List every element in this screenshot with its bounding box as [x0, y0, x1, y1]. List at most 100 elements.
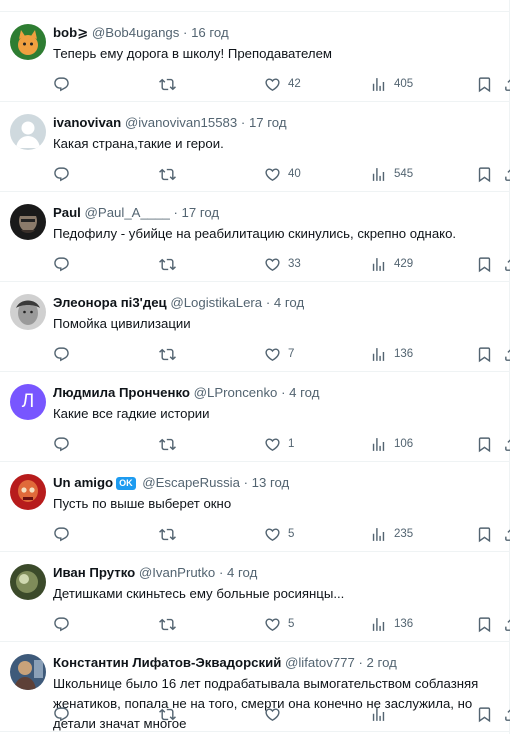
author-handle[interactable]: @Bob4ugangs	[92, 25, 179, 40]
like-button[interactable]: 42	[264, 74, 301, 94]
author-name[interactable]: Элеонора пі3'дец	[53, 295, 167, 310]
bookmark-button[interactable]	[476, 524, 493, 544]
tweet-actions: 7 136	[53, 344, 510, 364]
reply-button[interactable]	[53, 254, 77, 274]
like-count: 5	[288, 528, 295, 540]
tweet-timestamp[interactable]: · 4 год	[219, 565, 257, 580]
views-button[interactable]	[370, 704, 394, 724]
reply-tweet[interactable]: Элеонора пі3'дец @LogistikaLera · 4 год …	[0, 282, 510, 372]
tweet-text: Пусть по выше выберет окно	[53, 496, 232, 511]
avatar[interactable]	[10, 294, 46, 330]
avatar[interactable]	[10, 204, 46, 240]
bookmark-icon	[476, 436, 493, 453]
retweet-button[interactable]	[159, 614, 183, 634]
avatar[interactable]	[10, 24, 46, 60]
share-button[interactable]	[503, 524, 510, 544]
views-button[interactable]: 429	[370, 254, 413, 274]
author-name[interactable]: bob⩾	[53, 25, 88, 40]
share-icon	[503, 346, 510, 363]
retweet-button[interactable]	[159, 524, 183, 544]
bookmark-button[interactable]	[476, 74, 493, 94]
tweet-header: Un amigo OK @EscapeRussia · 13 год	[53, 474, 504, 492]
avatar[interactable]	[10, 564, 46, 600]
tweet-timestamp[interactable]: · 2 год	[359, 655, 397, 670]
bookmark-button[interactable]	[476, 254, 493, 274]
share-button[interactable]	[503, 614, 510, 634]
bookmark-button[interactable]	[476, 344, 493, 364]
avatar[interactable]	[10, 114, 46, 150]
retweet-button[interactable]	[159, 704, 183, 724]
author-name[interactable]: Людмила Пронченко	[53, 385, 190, 400]
author-handle[interactable]: @Paul_A____	[85, 205, 170, 220]
bookmark-button[interactable]	[476, 164, 493, 184]
reply-tweet[interactable]: Un amigo OK @EscapeRussia · 13 год Пусть …	[0, 462, 510, 552]
like-button[interactable]	[264, 704, 288, 724]
like-button[interactable]: 7	[264, 344, 294, 364]
views-count: 106	[394, 438, 414, 450]
author-name[interactable]: Un amigo	[53, 475, 113, 490]
tweet-timestamp[interactable]: · 4 год	[266, 295, 304, 310]
author-name[interactable]: Иван Прутко	[53, 565, 135, 580]
views-button[interactable]: 136	[370, 344, 413, 364]
avatar[interactable]: Л	[10, 384, 46, 420]
tweet-timestamp[interactable]: · 4 год	[281, 385, 319, 400]
like-button[interactable]: 5	[264, 614, 294, 634]
reply-button[interactable]	[53, 74, 77, 94]
reply-button[interactable]	[53, 344, 77, 364]
views-count: 136	[394, 348, 414, 360]
author-name[interactable]: Константин Лифатов-Эквадорский	[53, 655, 281, 670]
bookmark-button[interactable]	[476, 704, 493, 724]
author-handle[interactable]: @ivanovivan15583	[125, 115, 237, 130]
share-icon	[503, 76, 510, 93]
author-handle[interactable]: @IvanPrutko	[139, 565, 215, 580]
reply-tweet[interactable]: Л Людмила Пронченко @LProncenko · 4 год …	[0, 372, 510, 462]
avatar[interactable]	[10, 654, 46, 690]
reply-tweet[interactable]: ivanovivan @ivanovivan15583 · 17 год Как…	[0, 102, 510, 192]
share-button[interactable]	[503, 254, 510, 274]
retweet-button[interactable]	[159, 164, 183, 184]
tweet-timestamp[interactable]: · 17 год	[241, 115, 287, 130]
share-button[interactable]	[503, 74, 510, 94]
reply-tweet[interactable]: Иван Прутко @IvanPrutko · 4 год Детишкам…	[0, 552, 510, 642]
retweet-button[interactable]	[159, 254, 183, 274]
share-icon	[503, 706, 510, 723]
views-button[interactable]: 235	[370, 524, 413, 544]
retweet-button[interactable]	[159, 434, 183, 454]
bookmark-button[interactable]	[476, 434, 493, 454]
avatar[interactable]	[10, 474, 46, 510]
reply-button[interactable]	[53, 164, 77, 184]
reply-tweet[interactable]: Константин Лифатов-Эквадорский @lifatov7…	[0, 642, 510, 732]
reply-tweet[interactable]: Paul @Paul_A____ · 17 год Педофилу - уби…	[0, 192, 510, 282]
share-button[interactable]	[503, 704, 510, 724]
author-handle[interactable]: @LogistikaLera	[170, 295, 262, 310]
author-name[interactable]: Paul	[53, 205, 81, 220]
reply-button[interactable]	[53, 614, 77, 634]
tweet-timestamp[interactable]: · 17 год	[173, 205, 219, 220]
views-chart-icon	[370, 616, 387, 633]
author-name[interactable]: ivanovivan	[53, 115, 121, 130]
like-button[interactable]: 40	[264, 164, 301, 184]
retweet-button[interactable]	[159, 74, 183, 94]
author-handle[interactable]: @lifatov777	[285, 655, 355, 670]
views-button[interactable]: 136	[370, 614, 413, 634]
share-button[interactable]	[503, 344, 510, 364]
views-button[interactable]: 106	[370, 434, 413, 454]
share-button[interactable]	[503, 434, 510, 454]
like-button[interactable]: 1	[264, 434, 294, 454]
share-button[interactable]	[503, 164, 510, 184]
author-handle[interactable]: @LProncenko	[194, 385, 278, 400]
reply-tweet[interactable]: bob⩾ @Bob4ugangs · 16 год Теперь ему дор…	[0, 12, 510, 102]
bookmark-button[interactable]	[476, 614, 493, 634]
author-handle[interactable]: @EscapeRussia	[142, 475, 240, 490]
reply-button[interactable]	[53, 524, 77, 544]
like-button[interactable]: 33	[264, 254, 301, 274]
like-button[interactable]: 5	[264, 524, 294, 544]
views-button[interactable]: 545	[370, 164, 413, 184]
views-button[interactable]: 405	[370, 74, 413, 94]
reply-button[interactable]	[53, 704, 77, 724]
tweet-header: Paul @Paul_A____ · 17 год	[53, 204, 504, 222]
reply-button[interactable]	[53, 434, 77, 454]
tweet-timestamp[interactable]: · 16 год	[183, 25, 229, 40]
tweet-timestamp[interactable]: · 13 год	[244, 475, 290, 490]
retweet-button[interactable]	[159, 344, 183, 364]
